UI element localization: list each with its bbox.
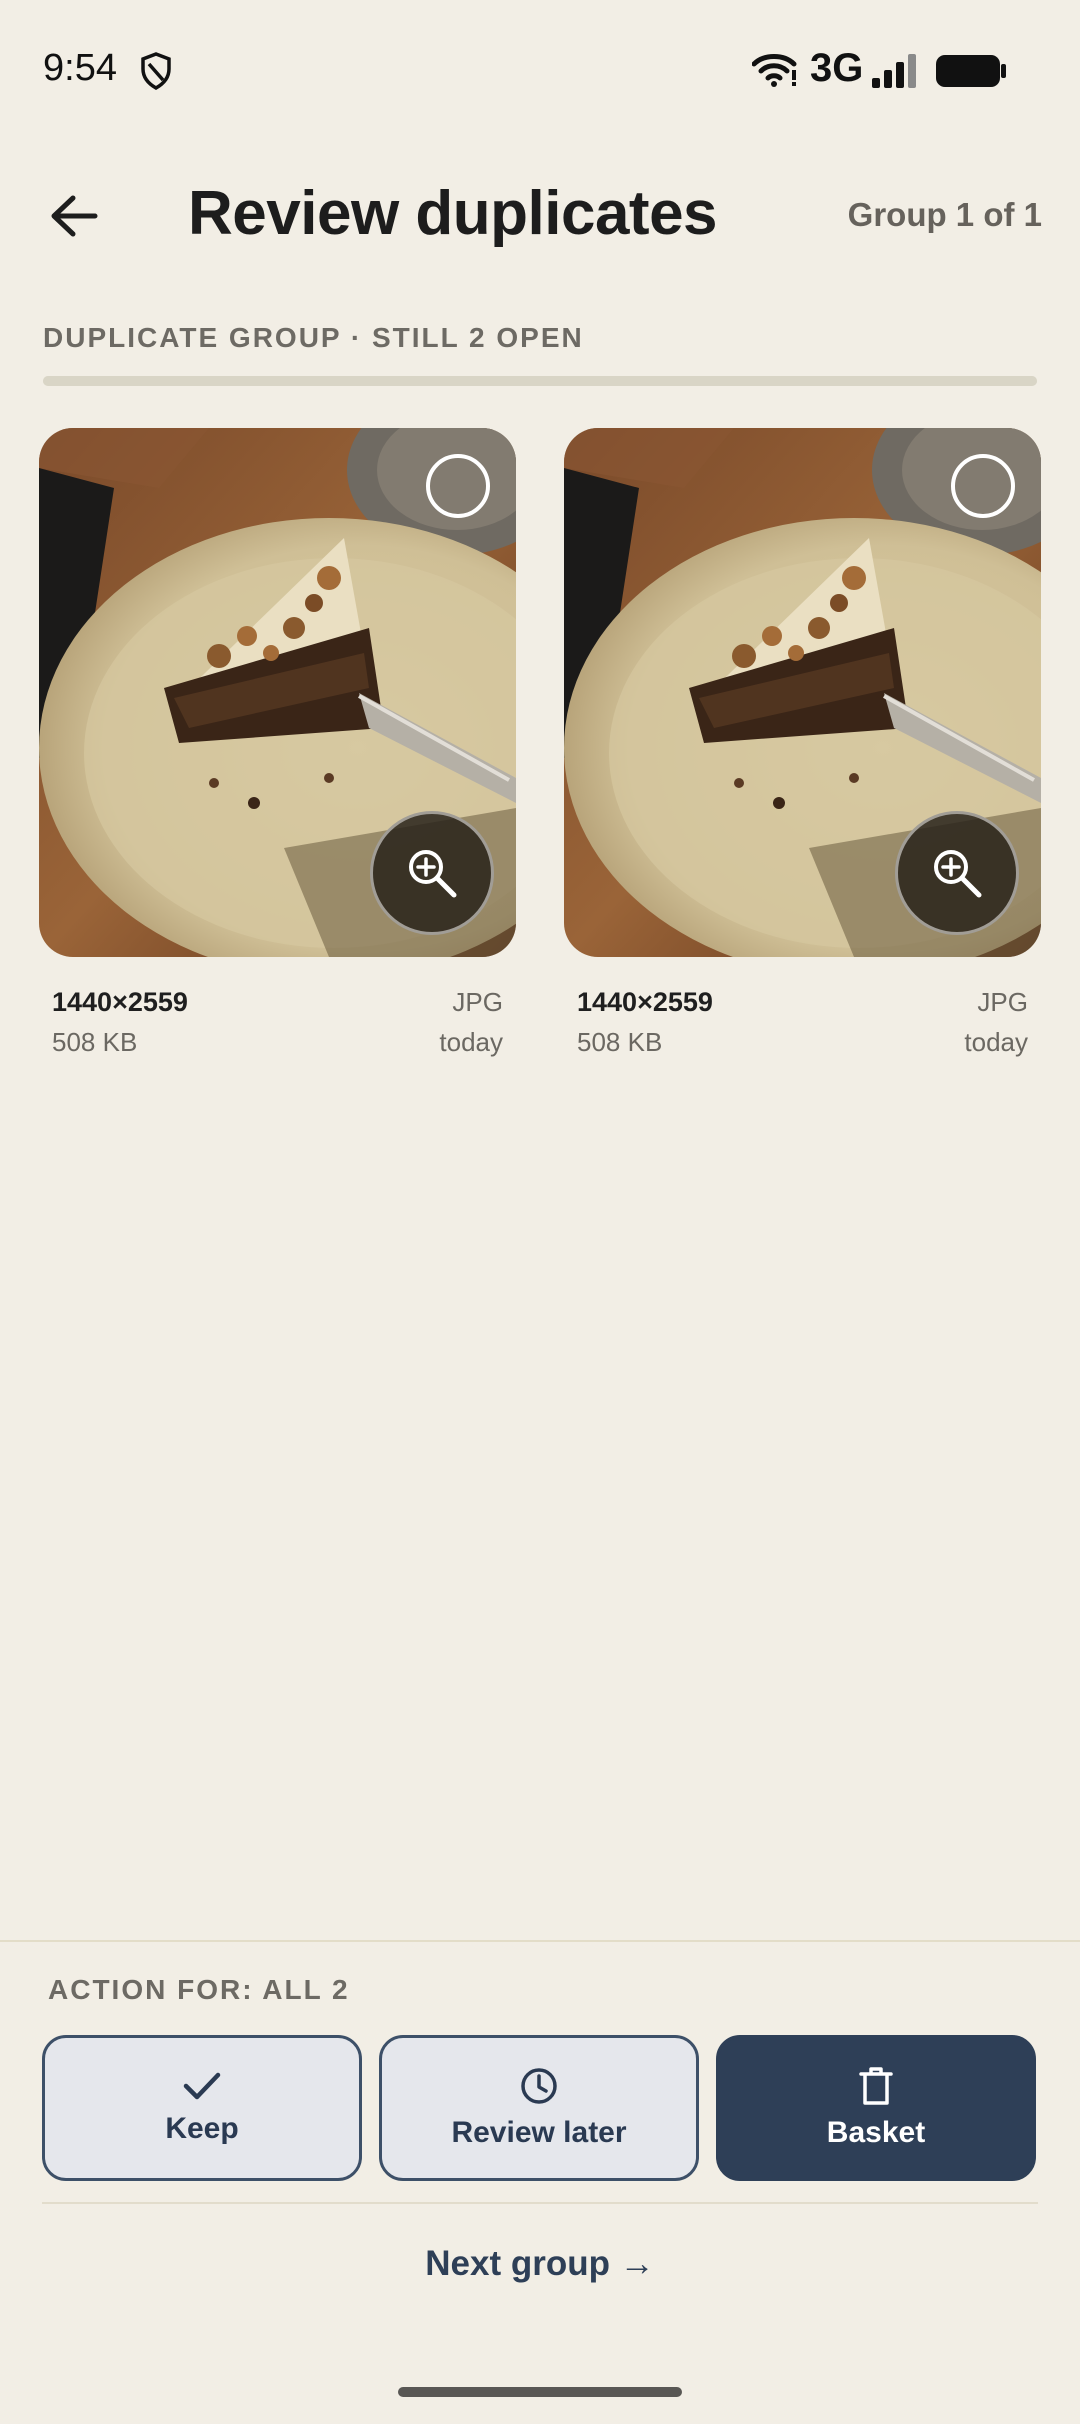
status-bar: 9:54 3G	[0, 0, 1080, 140]
check-icon	[183, 2072, 221, 2100]
zoom-in-icon	[934, 850, 982, 898]
back-button[interactable]	[40, 182, 108, 250]
photo-dimensions: 1440×2559	[577, 987, 713, 1017]
battery-icon	[936, 55, 1006, 87]
photo-meta: 1440×2559 508 KB JPG today	[564, 987, 1041, 1077]
wifi-icon	[752, 54, 797, 87]
photo-meta: 1440×2559 508 KB JPG today	[39, 987, 516, 1077]
photo-dimensions: 1440×2559	[52, 987, 188, 1017]
photo-thumbnail[interactable]	[39, 428, 516, 957]
select-checkbox[interactable]	[951, 454, 1015, 518]
review-later-label: Review later	[451, 2116, 627, 2149]
next-group-button[interactable]: Next group →	[0, 2244, 1080, 2284]
photo-card[interactable]: 1440×2559 508 KB JPG today	[564, 428, 1041, 1077]
home-indicator[interactable]	[398, 2387, 682, 2397]
photo-file-size: 508 KB	[577, 1027, 663, 1057]
action-scope-label: ACTION FOR: ALL 2	[48, 1974, 350, 2005]
trash-icon	[859, 2067, 893, 2105]
basket-label: Basket	[826, 2116, 926, 2149]
group-counter: Group 1 of 1	[847, 196, 1042, 233]
photo-date: today	[964, 1027, 1028, 1057]
keep-label: Keep	[165, 2112, 239, 2145]
shield-icon	[141, 52, 171, 90]
photo-date: today	[439, 1027, 503, 1057]
photo-card[interactable]: 1440×2559 508 KB JPG today	[39, 428, 516, 1077]
photo-format: JPG	[452, 987, 503, 1017]
arrow-left-icon	[51, 195, 98, 237]
basket-button[interactable]: Basket	[716, 2035, 1036, 2181]
review-later-button[interactable]: Review later	[379, 2035, 699, 2181]
signal-icon	[872, 54, 916, 88]
action-panel: ACTION FOR: ALL 2 Keep Review later Bask…	[0, 1940, 1080, 2424]
network-type: 3G	[810, 46, 864, 90]
zoom-button[interactable]	[895, 811, 1019, 935]
zoom-in-icon	[409, 850, 457, 898]
photo-format: JPG	[977, 987, 1028, 1017]
keep-button[interactable]: Keep	[42, 2035, 362, 2181]
photo-thumbnail[interactable]	[564, 428, 1041, 957]
app-bar: Review duplicates Group 1 of 1	[0, 160, 1080, 270]
select-checkbox[interactable]	[426, 454, 490, 518]
photo-file-size: 508 KB	[52, 1027, 138, 1057]
duplicate-group-label: DUPLICATE GROUP · STILL 2 OPEN	[43, 322, 584, 353]
clock-icon	[521, 2068, 557, 2104]
page-title: Review duplicates	[188, 179, 718, 248]
zoom-button[interactable]	[370, 811, 494, 935]
group-progress-fill	[43, 376, 1037, 386]
status-time: 9:54	[43, 47, 117, 89]
divider	[42, 2202, 1038, 2204]
group-progress-bar	[43, 376, 1037, 386]
